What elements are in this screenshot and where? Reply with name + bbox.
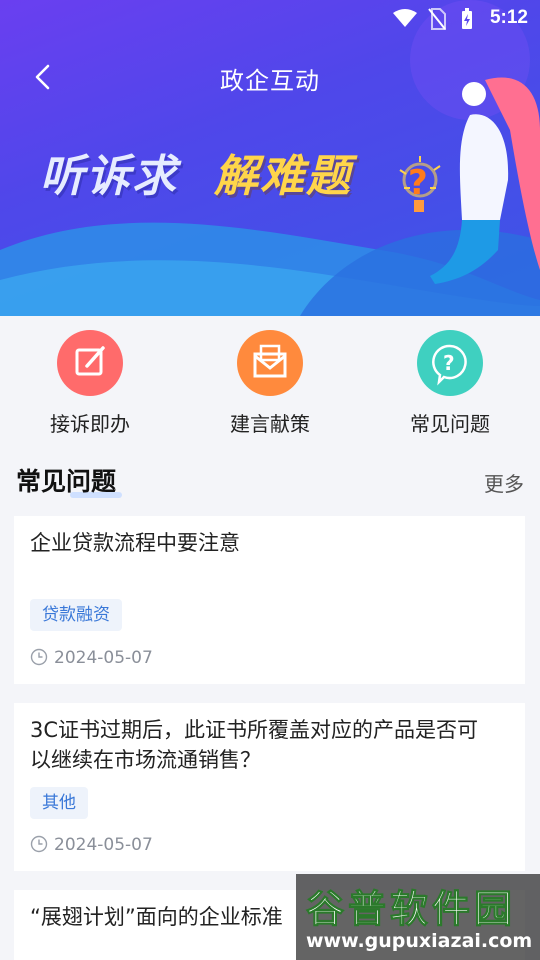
banner-illustration: ? — [399, 77, 540, 284]
faq-question: 3C证书过期后，此证书所覆盖对应的产品是否可以继续在市场流通销售？ — [30, 718, 479, 772]
slogan-right: 解难题 — [214, 151, 352, 202]
clock-icon — [30, 835, 48, 853]
battery-charging-icon — [462, 8, 472, 29]
wifi-icon — [393, 9, 417, 27]
status-bar: 5:12 — [0, 0, 540, 36]
section-title: 常见问题 — [16, 467, 117, 496]
action-label: 建言献策 — [230, 412, 310, 436]
question-icon: ? — [417, 330, 483, 396]
faq-card[interactable]: 企业贷款流程中要注意 贷款融资 2024-05-07 — [14, 516, 525, 684]
svg-text:?: ? — [408, 163, 428, 203]
clock-icon — [30, 648, 48, 666]
quick-actions: 接诉即办 建言献策 ? 常见问题 — [0, 316, 540, 446]
faq-section-header: 常见问题 更多 — [0, 456, 540, 506]
faq-card[interactable]: 3C证书过期后，此证书所覆盖对应的产品是否可以继续在市场流通销售？ 其他 202… — [14, 703, 525, 871]
action-suggestion[interactable]: 建言献策 — [210, 330, 330, 437]
faq-date-text: 2024-05-07 — [54, 648, 153, 668]
more-link[interactable]: 更多 — [484, 468, 524, 497]
faq-tag: 贷款融资 — [30, 599, 122, 631]
faq-date: 2024-05-07 — [30, 648, 153, 668]
banner: 5:12 政企互动 听诉求 解难题 ? — [0, 0, 540, 316]
svg-text:?: ? — [443, 351, 455, 375]
slogan-left: 听诉求 — [40, 151, 178, 202]
action-faq[interactable]: ? 常见问题 — [390, 330, 510, 437]
banner-slogan: 听诉求 解难题 — [40, 140, 352, 204]
faq-question: 企业贷款流程中要注意 — [30, 531, 240, 555]
sim-card-off-icon — [428, 8, 446, 30]
edit-icon — [57, 330, 123, 396]
mail-icon — [237, 330, 303, 396]
action-label: 接诉即办 — [50, 412, 130, 436]
action-complaint[interactable]: 接诉即办 — [30, 330, 150, 437]
watermark-logo: 谷普软件园 www.gupuxiazai.com — [296, 874, 540, 960]
faq-tag: 其他 — [30, 787, 88, 819]
watermark-name: 谷普软件园 — [305, 887, 517, 932]
status-time: 5:12 — [489, 7, 528, 28]
faq-date: 2024-05-07 — [30, 835, 153, 855]
action-label: 常见问题 — [410, 412, 490, 436]
faq-date-text: 2024-05-07 — [54, 835, 153, 855]
watermark-url: www.gupuxiazai.com — [306, 930, 533, 952]
